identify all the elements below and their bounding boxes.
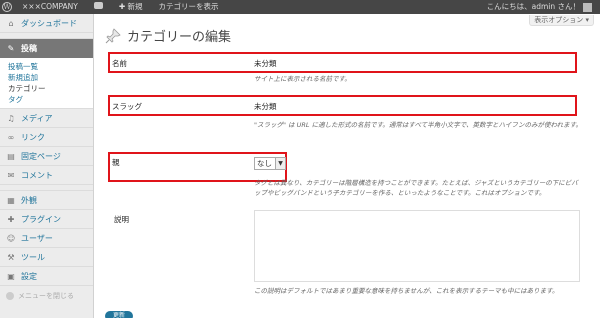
submenu-item-all-posts[interactable]: 投稿一覧: [8, 61, 93, 72]
parent-select-value: なし: [257, 159, 272, 168]
sidebar-item-comments[interactable]: ✉ コメント: [0, 166, 93, 185]
comment-icon: ✉: [7, 170, 15, 180]
collapse-menu-label: メニューを閉じる: [18, 291, 74, 300]
name-input[interactable]: 未分類: [254, 58, 571, 69]
sidebar-item-plugins[interactable]: ✚ プラグイン: [0, 210, 93, 229]
admin-bar: W ×××COMPANY ✚ 新規 カテゴリーを表示 こんにちは、admin さ…: [0, 0, 600, 14]
submenu-item-categories[interactable]: カテゴリー: [8, 83, 93, 94]
chevron-down-icon: ▼: [275, 158, 285, 169]
settings-icon: ▣: [7, 271, 15, 281]
sidebar-item-label: リンク: [21, 132, 45, 142]
tools-icon: ⚒: [7, 252, 15, 262]
name-label: 名前: [112, 59, 127, 68]
sidebar-item-label: ツール: [21, 252, 45, 262]
slug-input[interactable]: 未分類: [254, 101, 571, 112]
greeting-text: こんにちは、admin さん！: [486, 2, 580, 11]
media-icon: ♫: [7, 113, 15, 123]
sidebar-item-label: プラグイン: [21, 214, 61, 224]
update-button[interactable]: 更新: [105, 311, 133, 318]
new-content-link[interactable]: ✚ 新規: [111, 0, 151, 14]
page-icon: ▤: [7, 151, 15, 161]
view-category-link[interactable]: カテゴリーを表示: [151, 0, 227, 14]
slug-description: "スラッグ" は URL に適した形式の名前です。通常はすべて半角小文字で、英数…: [254, 121, 582, 129]
sidebar-item-label: 固定ページ: [21, 151, 61, 161]
sidebar-item-label: メディア: [21, 113, 53, 123]
sidebar-item-label: 投稿: [21, 44, 37, 53]
sidebar-item-users[interactable]: ☺ ユーザー: [0, 229, 93, 248]
parent-label: 親: [112, 158, 120, 167]
comments-link[interactable]: [86, 0, 111, 14]
name-description: サイト上に表示される名前です。: [254, 75, 351, 83]
sidebar-item-label: ダッシュボード: [21, 18, 77, 28]
screen-options-button[interactable]: 表示オプション ▾: [529, 15, 594, 26]
sidebar-item-dashboard[interactable]: ⌂ ダッシュボード: [0, 14, 93, 33]
avatar: [583, 2, 592, 12]
page-header: カテゴリーの編集: [105, 26, 231, 45]
appearance-icon: ▦: [7, 195, 15, 205]
link-icon: ∞: [7, 132, 15, 142]
sidebar-item-pages[interactable]: ▤ 固定ページ: [0, 147, 93, 166]
sidebar-item-media[interactable]: ♫ メディア: [0, 109, 93, 128]
account-menu[interactable]: こんにちは、admin さん！: [487, 0, 592, 14]
pushpin-icon: [105, 27, 121, 43]
sidebar-item-label: コメント: [21, 170, 53, 180]
sidebar-item-label: 設定: [21, 271, 37, 281]
sidebar-item-appearance[interactable]: ▦ 外観: [0, 191, 93, 210]
slug-label: スラッグ: [112, 102, 142, 111]
page-title: カテゴリーの編集: [127, 30, 232, 45]
comment-bubble-icon: [93, 2, 103, 9]
collapse-arrow-icon: [6, 291, 14, 300]
description-help: この説明はデフォルトではあまり重要な意味を持ちませんが、これを表示するテーマも中…: [254, 287, 559, 295]
sidebar-item-label: ユーザー: [21, 233, 53, 243]
plugin-icon: ✚: [7, 214, 15, 224]
sidebar-item-tools[interactable]: ⚒ ツール: [0, 248, 93, 267]
admin-sidebar: ⌂ ダッシュボード ✎ 投稿 投稿一覧 新規追加 カテゴリー タグ ♫ メディア…: [0, 14, 94, 318]
parent-description: タグとは異なり、カテゴリーは階層構造を持つことができます。たとえば、ジャズという…: [254, 179, 578, 197]
parent-select[interactable]: なし ▼: [254, 157, 286, 170]
submenu-item-add-new[interactable]: 新規追加: [8, 72, 93, 83]
submenu-item-tags[interactable]: タグ: [8, 94, 93, 105]
description-label: 説明: [114, 215, 129, 224]
posts-submenu: 投稿一覧 新規追加 カテゴリー タグ: [0, 58, 93, 109]
sidebar-item-links[interactable]: ∞ リンク: [0, 128, 93, 147]
main-content: 表示オプション ▾ カテゴリーの編集 名前 未分類 サイト上に表示される名前です…: [95, 14, 600, 318]
wordpress-logo-icon[interactable]: W: [0, 0, 14, 14]
sidebar-item-posts[interactable]: ✎ 投稿: [0, 39, 93, 58]
pin-icon: ✎: [7, 44, 15, 53]
description-textarea[interactable]: [254, 210, 580, 282]
dashboard-icon: ⌂: [8, 18, 14, 28]
collapse-menu-button[interactable]: メニューを閉じる: [0, 286, 93, 305]
users-icon: ☺: [6, 233, 16, 243]
sidebar-item-settings[interactable]: ▣ 設定: [0, 267, 93, 286]
sidebar-item-label: 外観: [21, 195, 37, 205]
site-name-link[interactable]: ×××COMPANY: [14, 0, 86, 14]
